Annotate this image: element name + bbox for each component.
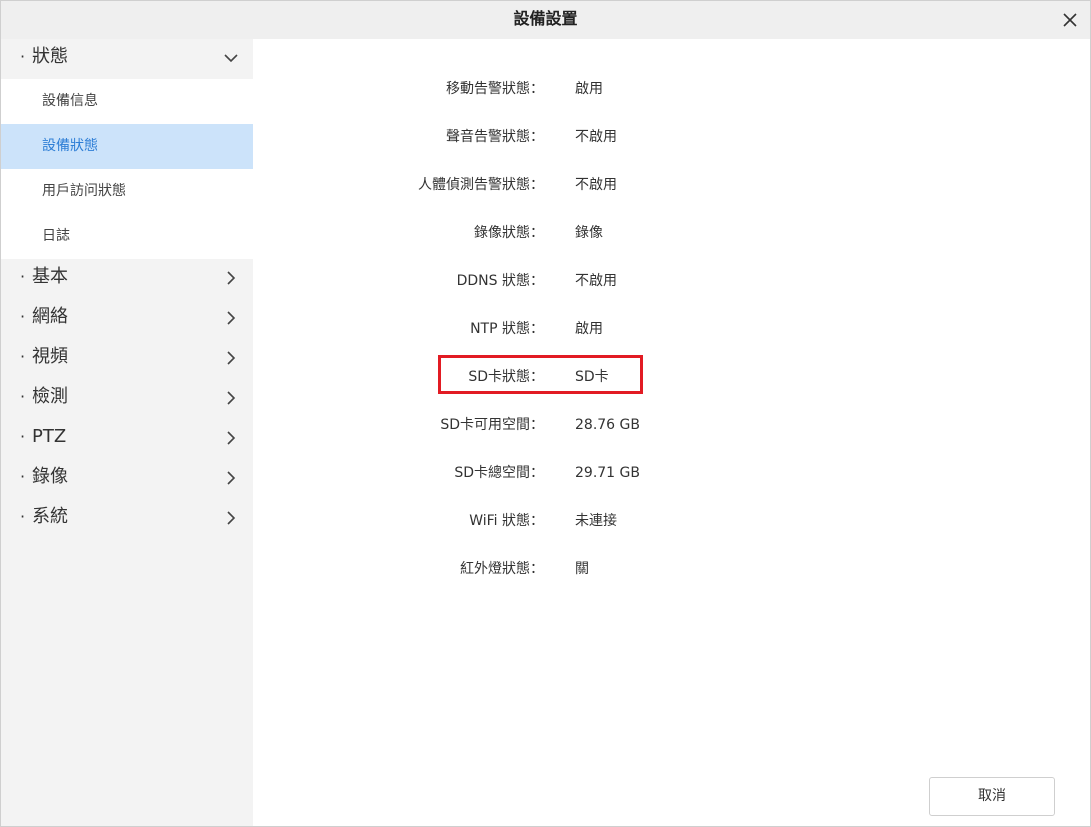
sidebar-item-log[interactable]: 日誌 xyxy=(1,214,253,259)
status-row: WiFi 狀態： 未連接 xyxy=(253,509,1090,557)
status-row: 移動告警狀態： 啟用 xyxy=(253,77,1090,125)
sidebar-group-recording[interactable]: · 錄像 xyxy=(1,459,253,499)
sidebar-group-ptz[interactable]: · PTZ xyxy=(1,419,253,459)
dialog-title: 設備設置 xyxy=(513,9,578,28)
chevron-right-icon xyxy=(223,350,239,366)
status-key: 人體偵測告警狀態： xyxy=(418,177,544,193)
sidebar-subitems: 設備信息 設備狀態 用戶訪问狀態 日誌 xyxy=(1,79,253,259)
status-key: SD卡可用空間： xyxy=(440,417,544,433)
sidebar-group-status[interactable]: · 狀態 xyxy=(1,39,253,79)
status-row: 紅外燈狀態： 關 xyxy=(253,557,1090,605)
status-key: SD卡總空間： xyxy=(454,465,544,481)
status-value: 28.76 GB xyxy=(575,417,640,433)
bullet: · xyxy=(20,427,26,446)
title-bar: 設備設置 xyxy=(1,1,1090,39)
status-row: SD卡可用空間： 28.76 GB xyxy=(253,413,1090,461)
sidebar-group-label: 狀態 xyxy=(32,46,68,67)
status-row: 聲音告警狀態： 不啟用 xyxy=(253,125,1090,173)
status-row: SD卡總空間： 29.71 GB xyxy=(253,461,1090,509)
status-row: NTP 狀態： 啟用 xyxy=(253,317,1090,365)
status-key: DDNS 狀態： xyxy=(456,273,544,289)
status-key: 移動告警狀態： xyxy=(446,81,544,97)
status-value: 啟用 xyxy=(575,81,603,97)
cancel-button[interactable]: 取消 xyxy=(929,777,1055,816)
sidebar: · 狀態 設備信息 設備狀態 用戶訪问狀態 日誌 · 基本 · 網絡 · 視頻 … xyxy=(1,39,253,826)
status-key: 錄像狀態： xyxy=(474,225,544,241)
status-value: 錄像 xyxy=(575,225,603,241)
sidebar-group-system[interactable]: · 系統 xyxy=(1,499,253,539)
chevron-right-icon xyxy=(223,310,239,326)
status-row: 錄像狀態： 錄像 xyxy=(253,221,1090,269)
bullet: · xyxy=(20,267,26,286)
sidebar-item-device-status[interactable]: 設備狀態 xyxy=(1,124,253,169)
status-row: 人體偵測告警狀態： 不啟用 xyxy=(253,173,1090,221)
sidebar-group-label: 系統 xyxy=(32,506,68,527)
status-value: 不啟用 xyxy=(575,273,617,289)
bullet: · xyxy=(20,347,26,366)
status-value: 不啟用 xyxy=(575,129,617,145)
status-value: 未連接 xyxy=(575,513,617,529)
chevron-right-icon xyxy=(223,470,239,486)
chevron-right-icon xyxy=(223,270,239,286)
chevron-right-icon xyxy=(223,430,239,446)
bullet: · xyxy=(20,307,26,326)
sidebar-group-label: 基本 xyxy=(32,266,68,287)
bullet: · xyxy=(20,387,26,406)
status-row: DDNS 狀態： 不啟用 xyxy=(253,269,1090,317)
status-key: 紅外燈狀態： xyxy=(460,561,544,577)
status-value: 關 xyxy=(575,561,589,577)
sidebar-group-label: PTZ xyxy=(32,426,67,447)
chevron-down-icon xyxy=(223,50,239,66)
status-row-sd-card: SD卡狀態： SD卡 xyxy=(253,365,1090,413)
bullet: · xyxy=(20,507,26,526)
sidebar-group-list: · 基本 · 網絡 · 視頻 · 檢測 · PTZ · 錄像 · 系統 xyxy=(1,259,253,539)
sidebar-group-label: 視頻 xyxy=(32,346,68,367)
sidebar-group-video[interactable]: · 視頻 xyxy=(1,339,253,379)
sidebar-group-network[interactable]: · 網絡 xyxy=(1,299,253,339)
sidebar-group-label: 網絡 xyxy=(32,306,68,327)
status-key: 聲音告警狀態： xyxy=(446,129,544,145)
sidebar-group-basic[interactable]: · 基本 xyxy=(1,259,253,299)
sidebar-group-label: 錄像 xyxy=(32,466,68,487)
highlight-box xyxy=(438,355,643,394)
close-icon xyxy=(1063,13,1077,27)
status-value: 不啟用 xyxy=(575,177,617,193)
close-button[interactable] xyxy=(1060,10,1080,30)
sidebar-item-device-info[interactable]: 設備信息 xyxy=(1,79,253,124)
status-key: WiFi 狀態： xyxy=(469,513,544,529)
chevron-right-icon xyxy=(223,510,239,526)
device-settings-dialog: 設備設置 · 狀態 設備信息 設備狀態 用戶訪问狀態 日誌 · 基本 · 網絡 … xyxy=(0,0,1091,827)
sidebar-group-detection[interactable]: · 檢測 xyxy=(1,379,253,419)
bullet: · xyxy=(20,47,26,66)
sidebar-item-user-access-status[interactable]: 用戶訪问狀態 xyxy=(1,169,253,214)
chevron-right-icon xyxy=(223,390,239,406)
bullet: · xyxy=(20,467,26,486)
sidebar-group-label: 檢測 xyxy=(32,386,68,407)
status-panel: 移動告警狀態： 啟用 聲音告警狀態： 不啟用 人體偵測告警狀態： 不啟用 錄像狀… xyxy=(253,39,1090,826)
status-value: 29.71 GB xyxy=(575,465,640,481)
